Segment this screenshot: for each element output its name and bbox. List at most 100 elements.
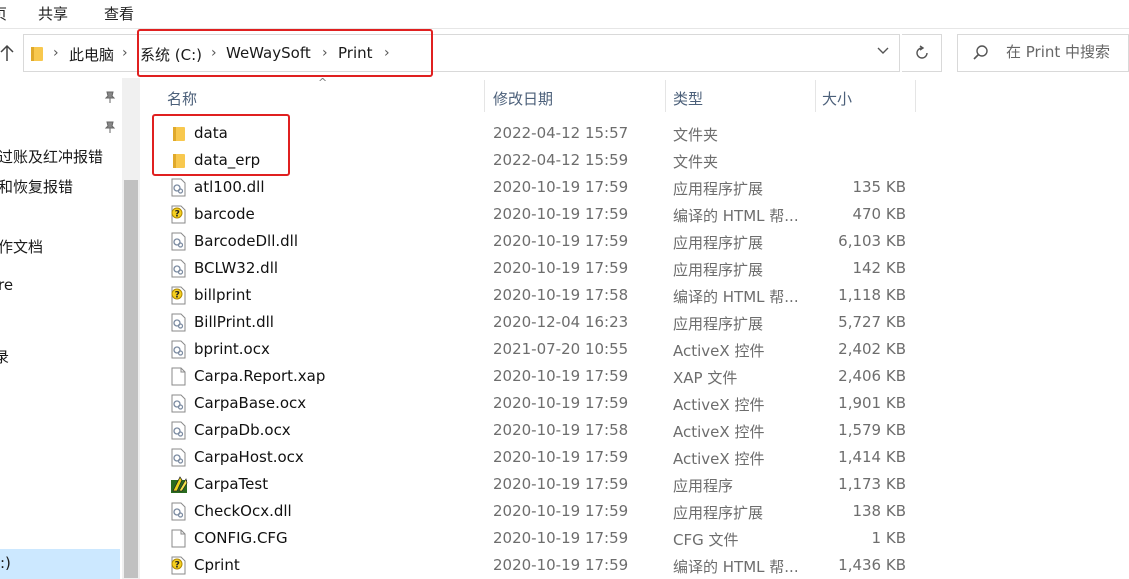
file-name[interactable]: barcode	[194, 205, 255, 223]
file-row[interactable]: Carpa.Report.xap 2020-10-19 17:59 XAP 文件 2,…	[150, 363, 1129, 390]
column-divider[interactable]	[484, 80, 485, 112]
ribbon-divider	[0, 28, 1129, 29]
file-modified-date: 2020-10-19 17:59	[493, 529, 629, 547]
chevron-right-icon[interactable]: ›	[322, 45, 328, 61]
file-name[interactable]: BarcodeDll.dll	[194, 232, 298, 250]
dll-icon	[170, 421, 187, 440]
refresh-icon	[915, 45, 928, 59]
dll-icon	[170, 394, 187, 413]
file-row[interactable]: ? Cprint 2020-10-19 17:59 编译的 HTML 帮... 1,43…	[150, 552, 1129, 579]
pin-icon[interactable]	[104, 119, 116, 133]
file-row[interactable]: CarpaBase.ocx 2020-10-19 17:59 ActiveX 控件 1…	[150, 390, 1129, 417]
file-type: ActiveX 控件	[673, 342, 765, 360]
nav-item-quick-access[interactable]: re	[0, 276, 13, 294]
breadcrumb-drive-c[interactable]: 系统 (C:)	[140, 44, 202, 65]
refresh-button[interactable]	[902, 34, 942, 72]
dll-icon	[170, 178, 187, 197]
column-header-size[interactable]: 大小	[822, 88, 852, 109]
file-type: 应用程序扩展	[673, 315, 764, 333]
chevron-right-icon[interactable]: ›	[53, 45, 59, 61]
scrollbar-thumb[interactable]	[124, 180, 138, 578]
breadcrumb-print[interactable]: Print	[338, 44, 373, 62]
file-size: 135 KB	[852, 178, 906, 196]
column-divider[interactable]	[915, 80, 916, 112]
breadcrumb-this-pc[interactable]: 此电脑	[69, 44, 114, 65]
column-header-date[interactable]: 修改日期	[493, 88, 553, 109]
chevron-right-icon[interactable]: ›	[211, 45, 217, 61]
file-row[interactable]: BillPrint.dll 2020-12-04 16:23 应用程序扩展 5,727…	[150, 309, 1129, 336]
column-header-row: ^ 名称 修改日期 类型 大小	[150, 76, 1129, 114]
file-name[interactable]: data	[194, 124, 228, 142]
file-type: 编译的 HTML 帮...	[673, 288, 799, 306]
file-name[interactable]: Cprint	[194, 556, 240, 574]
file-type: 文件夹	[673, 153, 719, 171]
column-header-type[interactable]: 类型	[673, 88, 703, 109]
nav-item-selected[interactable]: :)	[0, 549, 120, 579]
dll-icon	[170, 232, 187, 251]
file-row[interactable]: CarpaDb.ocx 2020-10-19 17:58 ActiveX 控件 1,5…	[150, 417, 1129, 444]
search-input[interactable]	[1006, 43, 1128, 61]
file-modified-date: 2020-10-19 17:59	[493, 475, 629, 493]
nav-item-quick-access[interactable]: 作文档	[0, 236, 43, 257]
file-name[interactable]: atl100.dll	[194, 178, 265, 196]
file-row[interactable]: BCLW32.dll 2020-10-19 17:59 应用程序扩展 142 KB	[150, 255, 1129, 282]
search-icon	[972, 44, 990, 62]
file-name[interactable]: CheckOcx.dll	[194, 502, 292, 520]
address-bar[interactable]: › 此电脑 › 系统 (C:) › WeWaySoft › Print ›	[23, 34, 900, 72]
file-name[interactable]: CarpaDb.ocx	[194, 421, 291, 439]
file-size: 1,173 KB	[838, 475, 906, 493]
file-name[interactable]: data_erp	[194, 151, 260, 169]
file-modified-date: 2020-10-19 17:59	[493, 178, 629, 196]
file-modified-date: 2020-10-19 17:59	[493, 556, 629, 574]
pin-icon[interactable]	[104, 89, 116, 103]
chevron-down-icon[interactable]	[877, 44, 889, 60]
file-row[interactable]: CarpaHost.ocx 2020-10-19 17:59 ActiveX 控件 1…	[150, 444, 1129, 471]
file-name[interactable]: Carpa.Report.xap	[194, 367, 325, 385]
file-name[interactable]: billprint	[194, 286, 251, 304]
search-box[interactable]	[957, 34, 1129, 72]
file-row[interactable]: ? barcode 2020-10-19 17:59 编译的 HTML 帮... 470…	[150, 201, 1129, 228]
column-divider[interactable]	[665, 80, 666, 112]
breadcrumb-wewaysoft[interactable]: WeWaySoft	[226, 44, 311, 62]
chevron-right-icon[interactable]: ›	[384, 45, 390, 61]
file-modified-date: 2020-10-19 17:59	[493, 232, 629, 250]
help-file-icon: ?	[170, 205, 187, 224]
nav-item-quick-access[interactable]: 录	[0, 346, 9, 367]
file-type: 编译的 HTML 帮...	[673, 207, 799, 225]
file-row[interactable]: CarpaTest 2020-10-19 17:59 应用程序 1,173 KB	[150, 471, 1129, 498]
file-row[interactable]: bprint.ocx 2021-07-20 10:55 ActiveX 控件 2,40…	[150, 336, 1129, 363]
nav-item-quick-access[interactable]: 过账及红冲报错	[0, 146, 103, 167]
file-modified-date: 2020-12-04 16:23	[493, 313, 629, 331]
column-header-name[interactable]: 名称	[167, 88, 197, 109]
tab-view-partial[interactable]: 页	[0, 3, 7, 24]
svg-text:?: ?	[175, 291, 180, 301]
file-row[interactable]: atl100.dll 2020-10-19 17:59 应用程序扩展 135 KB	[150, 174, 1129, 201]
file-modified-date: 2020-10-19 17:59	[493, 259, 629, 277]
folder-row[interactable]: data_erp 2022-04-12 15:59 文件夹	[150, 147, 1129, 174]
nav-item-drive-c[interactable]: :)	[0, 554, 11, 572]
nav-scrollbar[interactable]	[122, 78, 140, 579]
file-row[interactable]: CONFIG.CFG 2020-10-19 17:59 CFG 文件 1 KB	[150, 525, 1129, 552]
column-divider[interactable]	[815, 80, 816, 112]
file-type: CFG 文件	[673, 531, 739, 549]
up-arrow-icon[interactable]	[0, 44, 16, 64]
file-size: 138 KB	[852, 502, 906, 520]
chevron-right-icon[interactable]: ›	[122, 45, 128, 61]
file-row[interactable]: ? billprint 2020-10-19 17:58 编译的 HTML 帮... 1…	[150, 282, 1129, 309]
navigation-pane: 过账及红冲报错 和恢复报错 作文档 re 录 :)	[0, 78, 122, 579]
file-type: 应用程序扩展	[673, 234, 764, 252]
tab-share[interactable]: 共享	[38, 3, 68, 24]
file-row[interactable]: CheckOcx.dll 2020-10-19 17:59 应用程序扩展 138 KB	[150, 498, 1129, 525]
file-type: 应用程序扩展	[673, 504, 764, 522]
file-name[interactable]: BillPrint.dll	[194, 313, 274, 331]
file-name[interactable]: CarpaHost.ocx	[194, 448, 304, 466]
tab-view[interactable]: 查看	[104, 3, 134, 24]
file-name[interactable]: CarpaTest	[194, 475, 268, 493]
folder-row[interactable]: data 2022-04-12 15:57 文件夹	[150, 120, 1129, 147]
file-name[interactable]: bprint.ocx	[194, 340, 270, 358]
file-name[interactable]: CarpaBase.ocx	[194, 394, 306, 412]
file-name[interactable]: CONFIG.CFG	[194, 529, 288, 547]
nav-item-quick-access[interactable]: 和恢复报错	[0, 176, 73, 197]
file-row[interactable]: BarcodeDll.dll 2020-10-19 17:59 应用程序扩展 6,10…	[150, 228, 1129, 255]
file-name[interactable]: BCLW32.dll	[194, 259, 278, 277]
